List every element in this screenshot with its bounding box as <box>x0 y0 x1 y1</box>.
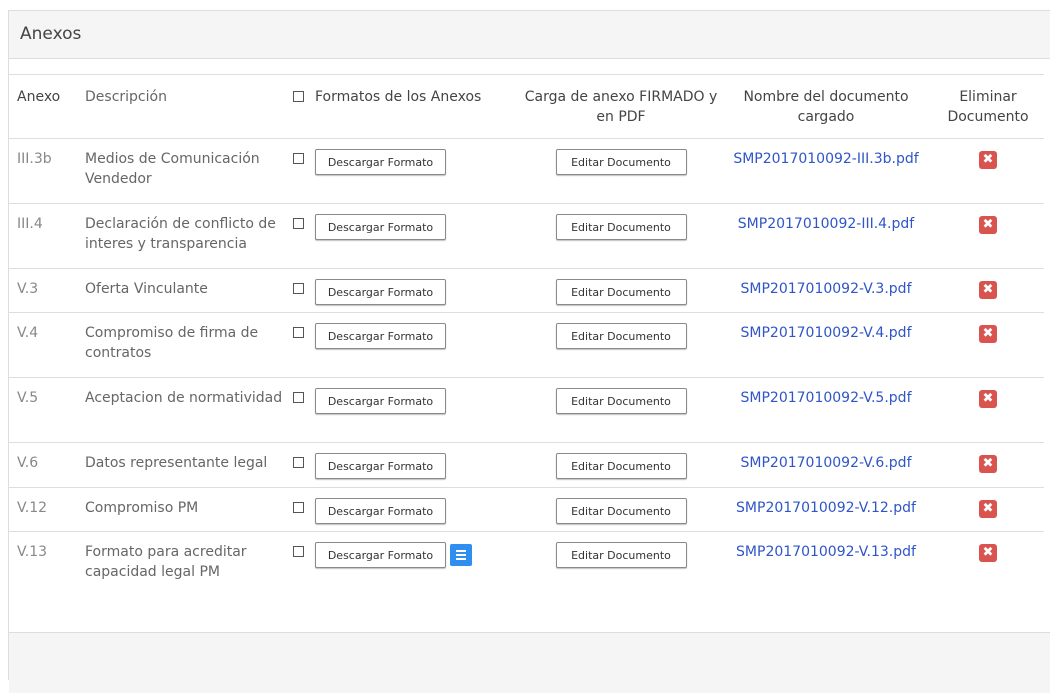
anexo-code: V.4 <box>17 325 39 341</box>
panel-title: Anexos <box>9 11 1050 59</box>
anexo-code: V.5 <box>17 390 39 406</box>
header-eliminar: Eliminar Documento <box>947 89 1029 125</box>
edit-document-button[interactable]: Editar Documento <box>555 214 687 240</box>
table-header-row: Anexo Descripción Formatos de los Anexos… <box>9 74 1044 139</box>
table-row: III.4 Declaración de conflicto de intere… <box>9 203 1044 269</box>
delete-icon[interactable]: ✖ <box>979 281 997 299</box>
anexo-code: V.13 <box>17 544 48 560</box>
document-link[interactable]: SMP2017010092-V.4.pdf <box>741 325 912 341</box>
select-all-checkbox[interactable] <box>293 91 304 102</box>
table-row: V.6 Datos representante legal Descargar … <box>9 442 1044 488</box>
header-anexo: Anexo <box>17 89 61 105</box>
anexo-code: V.6 <box>17 455 39 471</box>
anexo-description: Formato para acreditar capacidad legal P… <box>85 544 247 580</box>
table-row: III.3b Medios de Comunicación Vendedor D… <box>9 138 1044 204</box>
row-checkbox[interactable] <box>293 327 304 338</box>
anexo-description: Datos representante legal <box>85 455 268 471</box>
row-checkbox[interactable] <box>293 283 304 294</box>
anexo-description: Declaración de conflicto de interes y tr… <box>85 216 276 252</box>
row-checkbox[interactable] <box>293 392 304 403</box>
document-link[interactable]: SMP2017010092-V.12.pdf <box>736 500 916 516</box>
edit-document-button[interactable]: Editar Documento <box>555 453 687 479</box>
list-icon[interactable] <box>450 544 472 566</box>
header-carga: Carga de anexo FIRMADO y en PDF <box>524 89 718 125</box>
download-format-button[interactable]: Descargar Formato <box>315 279 446 305</box>
anexos-table: Anexo Descripción Formatos de los Anexos… <box>9 74 1044 597</box>
document-link[interactable]: SMP2017010092-V.3.pdf <box>741 281 912 297</box>
anexo-description: Compromiso de firma de contratos <box>85 325 259 361</box>
table-row: V.12 Compromiso PM Descargar Formato Edi… <box>9 487 1044 532</box>
table-row: V.5 Aceptacion de normatividad Descargar… <box>9 377 1044 443</box>
download-format-button[interactable]: Descargar Formato <box>315 323 446 349</box>
download-format-button[interactable]: Descargar Formato <box>315 214 446 240</box>
anexo-description: Oferta Vinculante <box>85 281 208 297</box>
edit-document-button[interactable]: Editar Documento <box>555 279 687 305</box>
document-link[interactable]: SMP2017010092-V.6.pdf <box>741 455 912 471</box>
edit-document-button[interactable]: Editar Documento <box>555 388 687 414</box>
document-link[interactable]: SMP2017010092-III.3b.pdf <box>733 151 918 167</box>
anexo-code: III.4 <box>17 216 43 232</box>
document-link[interactable]: SMP2017010092-V.13.pdf <box>736 544 916 560</box>
anexo-code: V.3 <box>17 281 39 297</box>
download-format-button[interactable]: Descargar Formato <box>315 542 446 568</box>
download-format-button[interactable]: Descargar Formato <box>315 149 446 175</box>
header-nombre: Nombre del documento cargado <box>743 89 909 125</box>
delete-icon[interactable]: ✖ <box>979 216 997 234</box>
delete-icon[interactable]: ✖ <box>979 390 997 408</box>
header-formatos: Formatos de los Anexos <box>315 89 482 105</box>
document-link[interactable]: SMP2017010092-V.5.pdf <box>741 390 912 406</box>
document-link[interactable]: SMP2017010092-III.4.pdf <box>738 216 914 232</box>
table-row: V.13 Formato para acreditar capacidad le… <box>9 531 1044 597</box>
edit-document-button[interactable]: Editar Documento <box>555 498 687 524</box>
anexo-code: III.3b <box>17 151 52 167</box>
row-checkbox[interactable] <box>293 457 304 468</box>
delete-icon[interactable]: ✖ <box>979 151 997 169</box>
table-row: V.3 Oferta Vinculante Descargar Formato … <box>9 268 1044 313</box>
download-format-button[interactable]: Descargar Formato <box>315 388 446 414</box>
delete-icon[interactable]: ✖ <box>979 455 997 473</box>
anexo-description: Compromiso PM <box>85 500 199 516</box>
row-checkbox[interactable] <box>293 218 304 229</box>
anexos-panel: Anexos Anexo Descripción Formatos de los… <box>8 10 1050 693</box>
delete-icon[interactable]: ✖ <box>979 500 997 518</box>
anexo-code: V.12 <box>17 500 48 516</box>
edit-document-button[interactable]: Editar Documento <box>555 149 687 175</box>
table-row: V.4 Compromiso de firma de contratos Des… <box>9 312 1044 378</box>
delete-icon[interactable]: ✖ <box>979 544 997 562</box>
panel-footer <box>9 632 1050 693</box>
edit-document-button[interactable]: Editar Documento <box>555 542 687 568</box>
anexo-description: Aceptacion de normatividad <box>85 390 283 406</box>
row-checkbox[interactable] <box>293 502 304 513</box>
anexo-description: Medios de Comunicación Vendedor <box>85 151 260 187</box>
download-format-button[interactable]: Descargar Formato <box>315 498 446 524</box>
edit-document-button[interactable]: Editar Documento <box>555 323 687 349</box>
row-checkbox[interactable] <box>293 153 304 164</box>
row-checkbox[interactable] <box>293 546 304 557</box>
delete-icon[interactable]: ✖ <box>979 325 997 343</box>
download-format-button[interactable]: Descargar Formato <box>315 453 446 479</box>
header-descripcion: Descripción <box>85 89 167 105</box>
